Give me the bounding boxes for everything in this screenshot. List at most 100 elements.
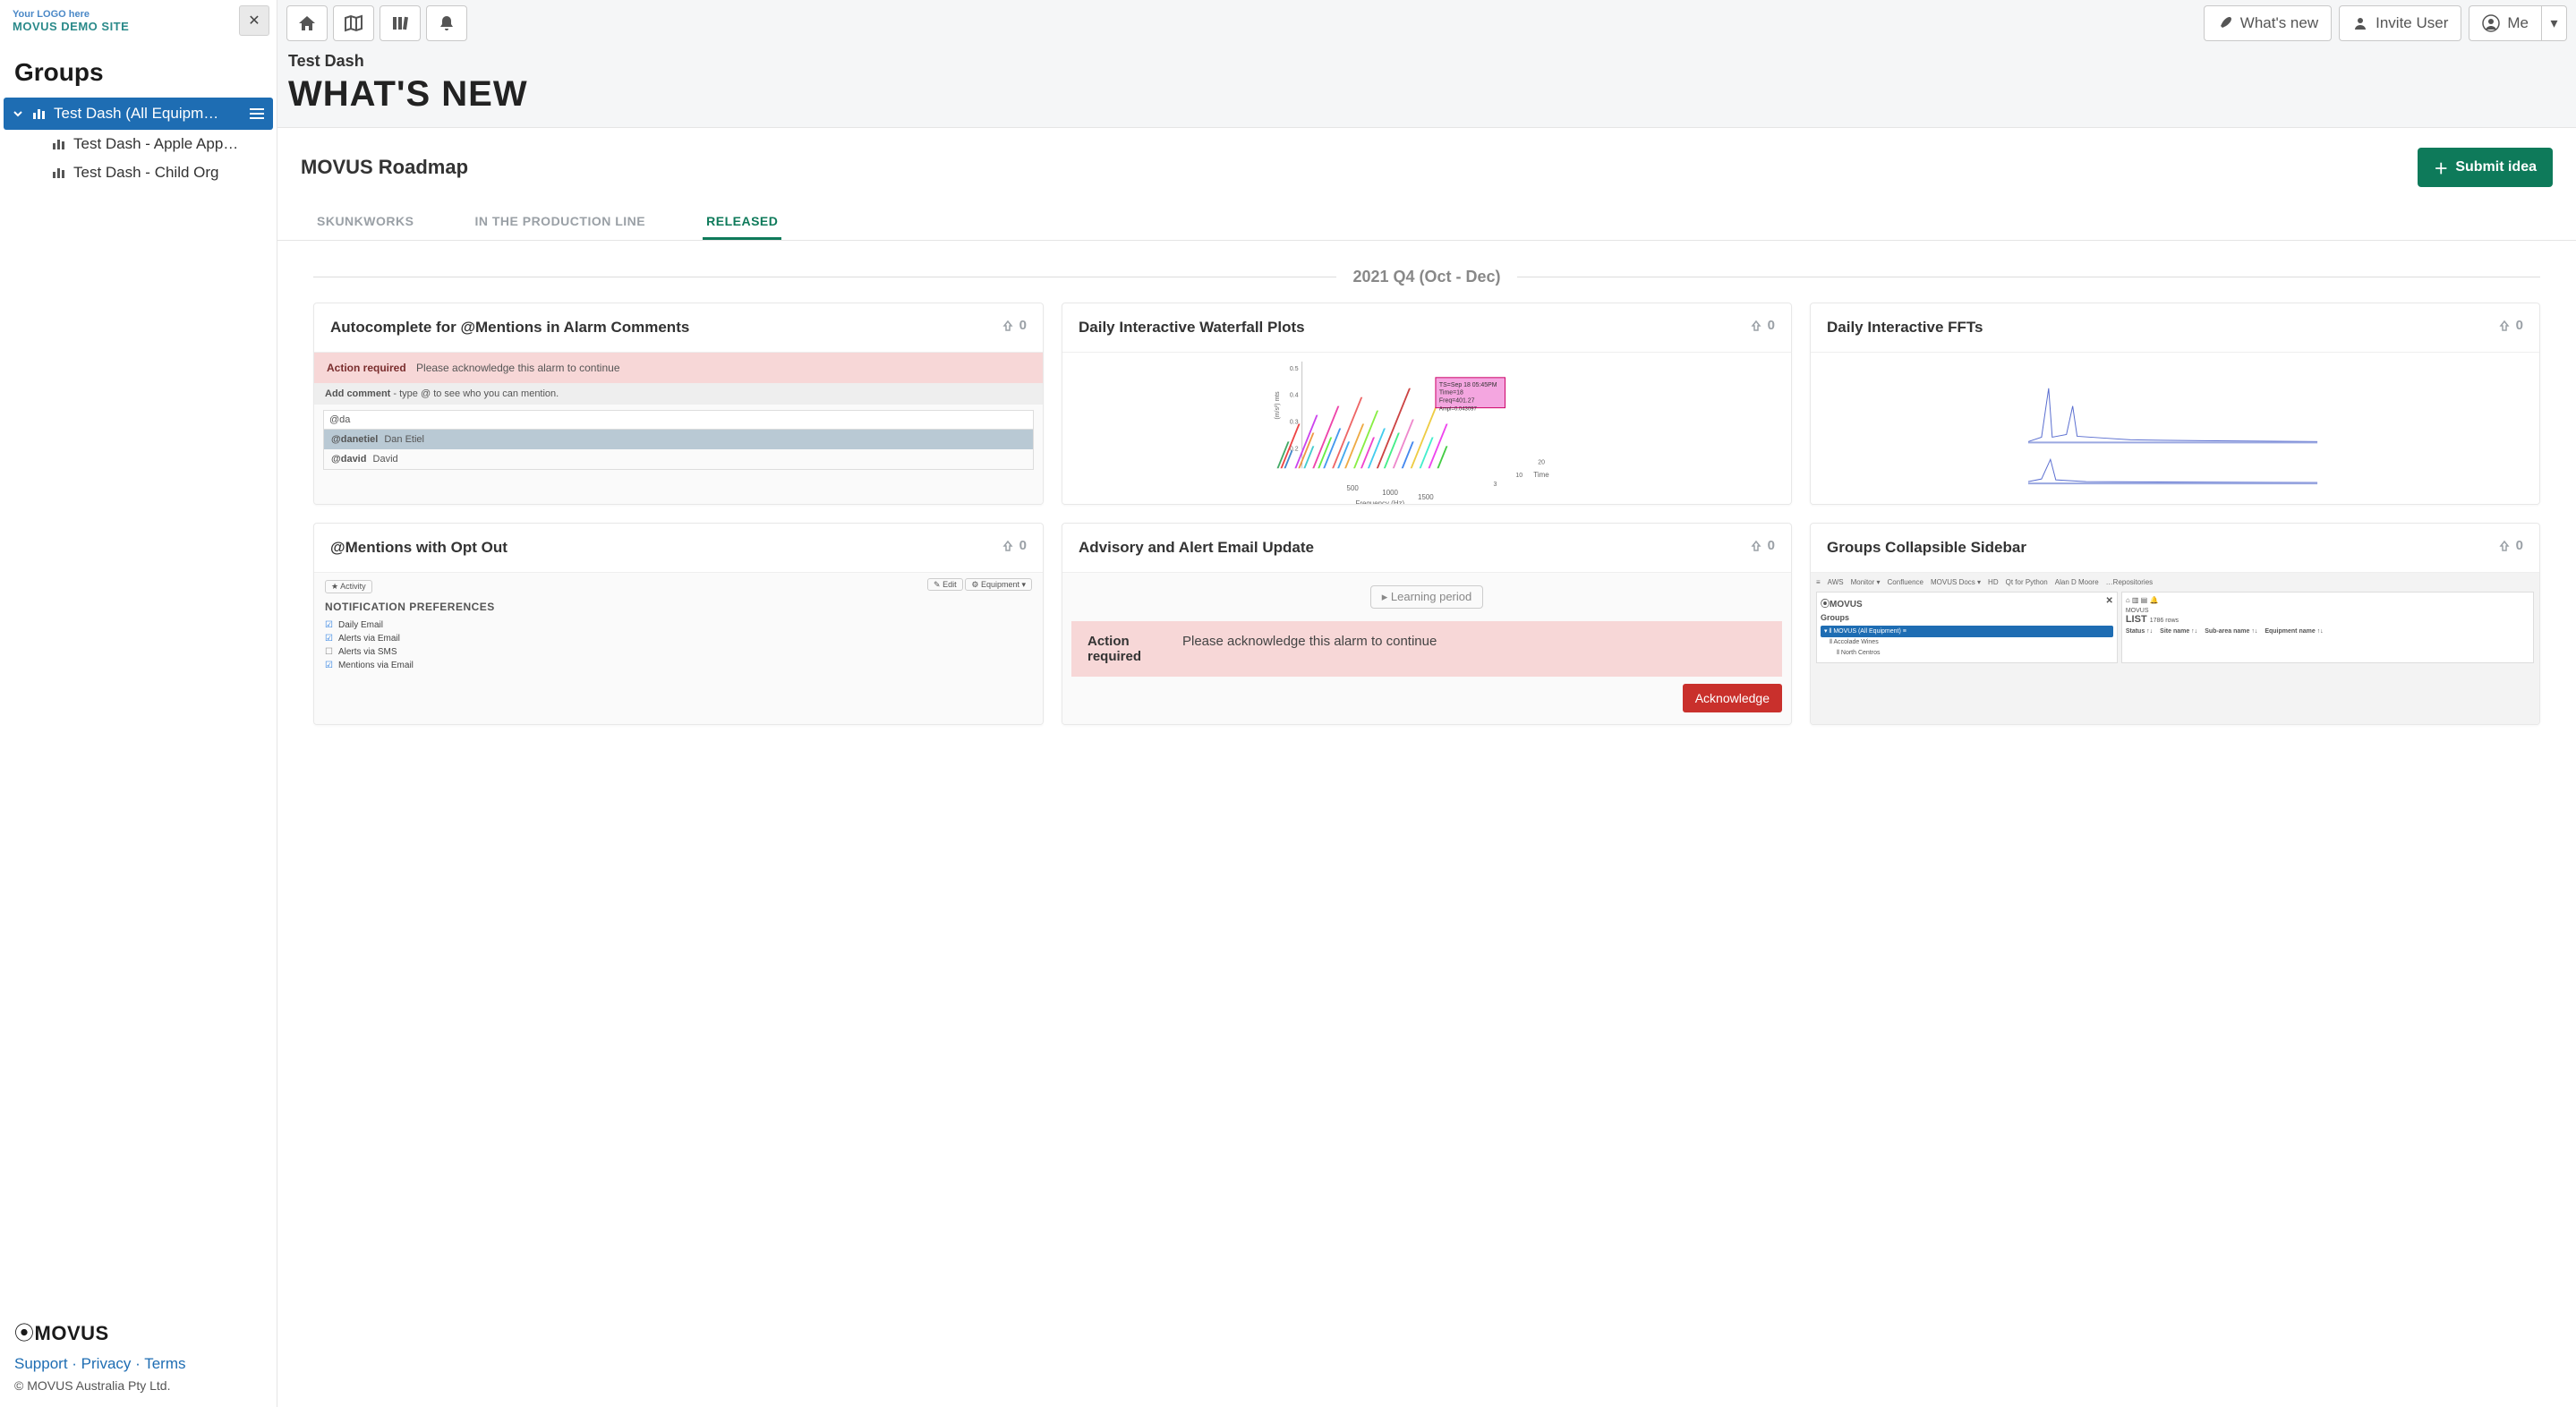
svg-text:Time: Time — [1533, 471, 1549, 479]
card-votes[interactable]: 0 — [1002, 538, 1027, 553]
comment-label: Add comment — [325, 388, 390, 399]
terms-link[interactable]: Terms — [144, 1355, 185, 1372]
me-button[interactable]: Me — [2469, 5, 2542, 41]
vote-icon — [1750, 540, 1762, 552]
roadmap-card[interactable]: Autocomplete for @Mentions in Alarm Comm… — [313, 303, 1044, 505]
vote-icon — [1750, 320, 1762, 332]
user-icon — [2352, 15, 2368, 31]
roadmap-card[interactable]: Daily Interactive FFTs 0 — [1810, 303, 2540, 505]
chevron-down-icon — [13, 108, 25, 119]
notifications-button[interactable] — [426, 5, 467, 41]
group-item-active[interactable]: Test Dash (All Equipm… — [4, 98, 273, 130]
library-button[interactable] — [380, 5, 421, 41]
main: What's new Invite User Me ▾ — [277, 0, 2576, 1407]
vote-count: 0 — [1019, 318, 1027, 333]
whats-new-label: What's new — [2240, 14, 2318, 32]
svg-text:TS=Sep 18 05:45PM: TS=Sep 18 05:45PM — [1439, 382, 1497, 388]
page-title: WHAT'S NEW — [288, 74, 2565, 115]
avatar-icon — [2482, 14, 2500, 32]
group-children: Test Dash - Apple App… Test Dash - Child… — [0, 130, 277, 187]
whats-new-button[interactable]: What's new — [2204, 5, 2332, 41]
card-votes[interactable]: 0 — [1750, 538, 1775, 553]
svg-text:3: 3 — [1494, 482, 1497, 488]
roadmap-card[interactable]: Daily Interactive Waterfall Plots 0 0.5 … — [1062, 303, 1792, 505]
group-child-label: Test Dash - Apple App… — [73, 135, 238, 153]
tab-released[interactable]: RELEASED — [703, 205, 781, 240]
vote-icon — [2498, 540, 2511, 552]
vote-icon — [1002, 540, 1014, 552]
vote-count: 0 — [1768, 318, 1775, 333]
svg-text:500: 500 — [1347, 484, 1360, 492]
org-icon — [52, 166, 66, 179]
home-icon — [297, 14, 317, 32]
tab-skunkworks[interactable]: SKUNKWORKS — [313, 205, 417, 240]
preferences-heading: NOTIFICATION PREFERENCES — [325, 601, 1032, 613]
roadmap-card[interactable]: Groups Collapsible Sidebar 0 ≡AWSMonitor… — [1810, 523, 2540, 725]
svg-text:(m/s²) mts: (m/s²) mts — [1275, 391, 1281, 420]
group-item-label: Test Dash (All Equipm… — [54, 105, 243, 123]
site-logo[interactable]: Your LOGO here MOVUS DEMO SITE — [7, 5, 134, 37]
map-button[interactable] — [333, 5, 374, 41]
pref-item: Alerts via SMS — [325, 645, 1032, 659]
roadmap-card[interactable]: @Mentions with Opt Out 0 ★ Activity ✎ Ed… — [313, 523, 1044, 725]
me-label: Me — [2507, 14, 2529, 32]
group-menu-icon[interactable] — [250, 107, 264, 120]
home-button[interactable] — [286, 5, 328, 41]
activity-tag: ★ Activity — [325, 580, 372, 593]
roadmap-heading: MOVUS Roadmap — [301, 156, 468, 179]
svg-text:0.4: 0.4 — [1290, 393, 1299, 399]
vote-count: 0 — [1019, 538, 1027, 553]
bell-icon — [438, 14, 456, 32]
plus-icon: ＋ — [2434, 157, 2448, 178]
alert-msg: Please acknowledge this alarm to continu… — [416, 362, 619, 374]
svg-text:Freq=401.27: Freq=401.27 — [1439, 398, 1475, 405]
group-child-item[interactable]: Test Dash - Child Org — [52, 158, 277, 187]
submit-idea-label: Submit idea — [2455, 159, 2537, 175]
vote-count: 0 — [2516, 318, 2523, 333]
vote-count: 0 — [2516, 538, 2523, 553]
invite-label: Invite User — [2376, 14, 2448, 32]
card-votes[interactable]: 0 — [1750, 318, 1775, 333]
vote-count: 0 — [1768, 538, 1775, 553]
org-icon — [52, 138, 66, 150]
group-child-label: Test Dash - Child Org — [73, 164, 219, 182]
card-preview: Action required Please acknowledge this … — [314, 352, 1043, 504]
footer-copyright: © MOVUS Australia Pty Ltd. — [14, 1378, 262, 1393]
card-preview: ▸ Learning period Action required Please… — [1062, 572, 1791, 724]
card-title: Autocomplete for @Mentions in Alarm Comm… — [330, 318, 689, 337]
comment-hint: - type @ to see who you can mention. — [393, 388, 559, 399]
support-link[interactable]: Support — [14, 1355, 68, 1372]
quarter-divider: 2021 Q4 (Oct - Dec) — [277, 241, 2576, 303]
card-title: @Mentions with Opt Out — [330, 538, 508, 558]
card-preview: ★ Activity ✎ Edit ⚙ Equipment ▾ NOTIFICA… — [314, 572, 1043, 724]
invite-user-button[interactable]: Invite User — [2339, 5, 2461, 41]
card-votes[interactable]: 0 — [2498, 538, 2523, 553]
roadmap-panel: MOVUS Roadmap ＋ Submit idea SKUNKWORKS I… — [277, 127, 2576, 1407]
footer-links: Support · Privacy · Terms — [14, 1355, 262, 1373]
advisory-label: Action required — [1088, 634, 1159, 664]
vote-icon — [2498, 320, 2511, 332]
org-icon — [32, 107, 47, 120]
submit-idea-button[interactable]: ＋ Submit idea — [2418, 148, 2553, 187]
svg-text:0.3: 0.3 — [1290, 420, 1299, 426]
card-title: Daily Interactive FFTs — [1827, 318, 1983, 337]
sidebar-footer: ⦿MOVUS Support · Privacy · Terms © MOVUS… — [0, 1303, 277, 1407]
alert-label: Action required — [327, 362, 406, 374]
svg-text:10: 10 — [1515, 473, 1523, 479]
svg-text:Ampl=0.043097: Ampl=0.043097 — [1439, 407, 1478, 413]
privacy-link[interactable]: Privacy — [81, 1355, 132, 1372]
tab-production[interactable]: IN THE PRODUCTION LINE — [471, 205, 649, 240]
logo-text: Your LOGO here — [13, 9, 129, 20]
pref-item: Alerts via Email — [325, 632, 1032, 645]
svg-text:Frequency (Hz): Frequency (Hz) — [1355, 499, 1404, 504]
card-votes[interactable]: 0 — [2498, 318, 2523, 333]
card-votes[interactable]: 0 — [1002, 318, 1027, 333]
map-icon — [344, 14, 363, 32]
me-dropdown-button[interactable]: ▾ — [2542, 5, 2567, 41]
card-grid: Autocomplete for @Mentions in Alarm Comm… — [277, 303, 2576, 761]
roadmap-card[interactable]: Advisory and Alert Email Update 0 ▸ Lear… — [1062, 523, 1792, 725]
mention-option: @david David — [324, 449, 1033, 469]
card-preview: 0.5 0.4 0.3 0.2 (m/s²) mts — [1062, 352, 1791, 504]
sidebar-collapse-button[interactable]: ✕ — [239, 5, 269, 36]
group-child-item[interactable]: Test Dash - Apple App… — [52, 130, 277, 158]
